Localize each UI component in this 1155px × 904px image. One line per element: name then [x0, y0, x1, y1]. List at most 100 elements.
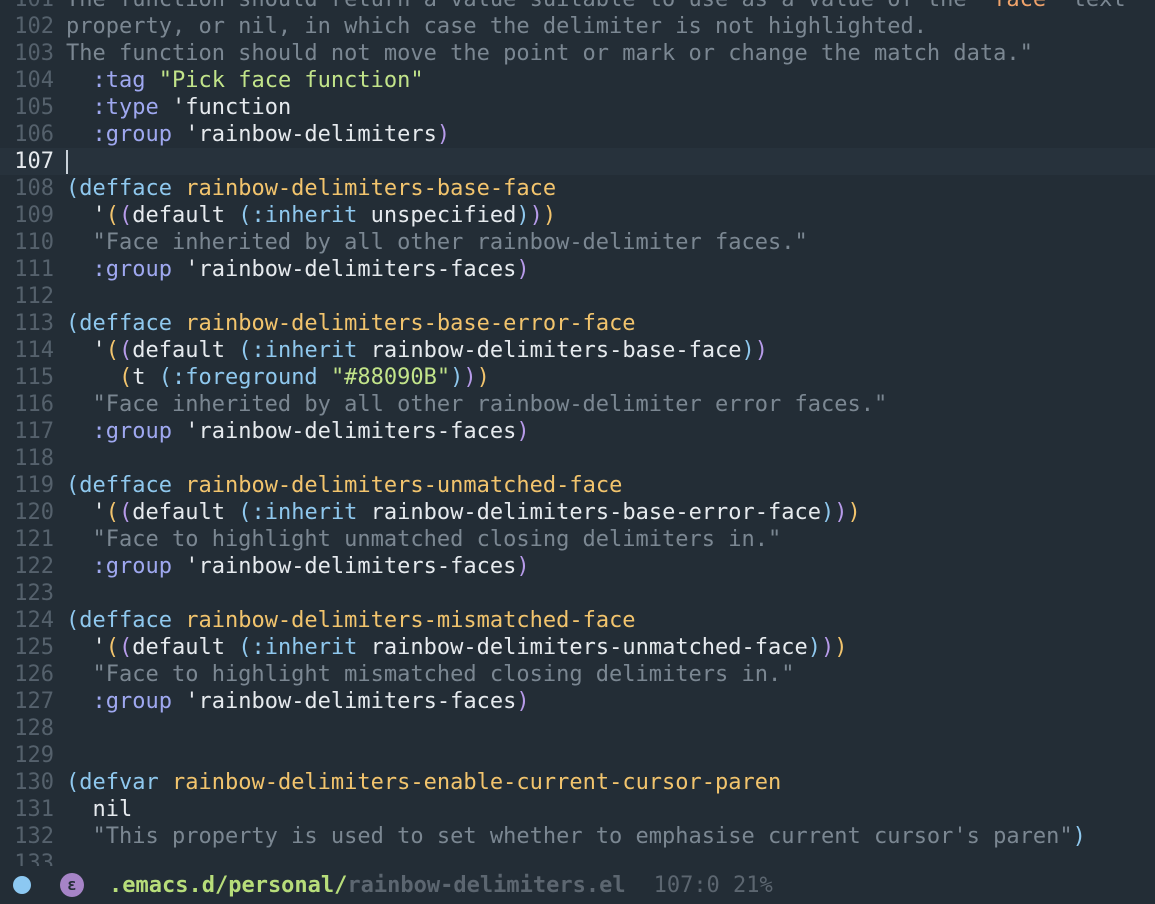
code-line[interactable]: 132 "This property is used to set whethe…: [0, 823, 1155, 850]
code-line[interactable]: 108 (defface rainbow-delimiters-base-face: [0, 175, 1155, 202]
code-token: (: [105, 338, 119, 363]
code-line[interactable]: 115 (t (:foreground "#88090B"))): [0, 364, 1155, 391]
code-token: t: [132, 365, 159, 390]
code-token: "Face inherited by all other rainbow-del…: [66, 392, 888, 417]
code-token: (: [66, 770, 80, 795]
line-number: 131: [14, 797, 54, 822]
line-number: 124: [14, 608, 54, 633]
code-token: 'rainbow-delimiters-faces: [171, 257, 517, 282]
line-number: 125: [14, 635, 54, 660]
line-number: 122: [14, 554, 54, 579]
code-token: (: [119, 203, 133, 228]
code-line[interactable]: 103 The function should not move the poin…: [0, 40, 1155, 67]
line-code: The function should not move the point o…: [66, 41, 1033, 66]
code-token: ': [66, 500, 106, 525]
line-number: 103: [14, 41, 54, 66]
code-line[interactable]: 116 "Face inherited by all other rainbow…: [0, 391, 1155, 418]
code-line[interactable]: 110 "Face inherited by all other rainbow…: [0, 229, 1155, 256]
code-token: "Face to highlight unmatched closing del…: [66, 527, 782, 552]
code-line[interactable]: 130 (defvar rainbow-delimiters-enable-cur…: [0, 769, 1155, 796]
line-number: 102: [14, 14, 54, 39]
code-token: (: [119, 500, 133, 525]
code-line[interactable]: 114 '((default (:inherit rainbow-delimit…: [0, 337, 1155, 364]
line-number: 129: [14, 743, 54, 768]
line-number: 104: [14, 68, 54, 93]
line-number: 119: [14, 473, 54, 498]
code-line[interactable]: 119 (defface rainbow-delimiters-unmatched…: [0, 472, 1155, 499]
code-token: "Face inherited by all other rainbow-del…: [66, 230, 808, 255]
line-number: 115: [14, 365, 54, 390]
code-line[interactable]: 105 :type 'function: [0, 94, 1155, 121]
code-line[interactable]: 128: [0, 715, 1155, 742]
code-token: rainbow-delimiters-unmatched-face: [357, 635, 808, 660]
code-line[interactable]: 113 (defface rainbow-delimiters-base-erro…: [0, 310, 1155, 337]
code-token: defface: [79, 176, 172, 201]
code-line[interactable]: 124 (defface rainbow-delimiters-mismatche…: [0, 607, 1155, 634]
code-line[interactable]: 129: [0, 742, 1155, 769]
line-code: '((default (:inherit rainbow-delimiters-…: [66, 500, 861, 525]
code-line[interactable]: 120 '((default (:inherit rainbow-delimit…: [0, 499, 1155, 526]
code-line[interactable]: 126 "Face to highlight mismatched closin…: [0, 661, 1155, 688]
code-line[interactable]: 117 :group 'rainbow-delimiters-faces): [0, 418, 1155, 445]
code-token: 'rainbow-delimiters-faces: [171, 554, 517, 579]
code-token: property, or nil, in which case the deli…: [66, 14, 927, 39]
code-token: ): [754, 338, 769, 363]
code-token: rainbow-delimiters-mismatched-face: [185, 608, 636, 633]
code-token: :inherit: [251, 500, 358, 525]
code-token: ): [476, 365, 490, 390]
code-token: ': [66, 203, 106, 228]
code-token: (: [238, 338, 252, 363]
code-token: :group: [92, 554, 172, 579]
line-code: "This property is used to set whether to…: [66, 824, 1086, 849]
code-token: rainbow-delimiters-unmatched-face: [185, 473, 623, 498]
code-token: rainbow-delimiters-enable-current-cursor…: [171, 770, 782, 795]
code-token: 'rainbow-delimiters: [171, 122, 437, 147]
line-number: 111: [14, 257, 54, 282]
code-line[interactable]: 112: [0, 283, 1155, 310]
editor-buffer[interactable]: 101The function should return a value su…: [0, 0, 1155, 877]
code-token: :tag: [92, 68, 146, 93]
code-line[interactable]: 107: [0, 148, 1155, 175]
code-token: (: [238, 203, 252, 228]
code-line[interactable]: 121 "Face to highlight unmatched closing…: [0, 526, 1155, 553]
code-token: (: [119, 635, 133, 660]
code-line[interactable]: 102 property, or nil, in which case the d…: [0, 13, 1155, 40]
code-token: ): [847, 500, 861, 525]
code-token: :inherit: [251, 203, 358, 228]
code-token: rainbow-delimiters-base-error-face: [357, 500, 822, 525]
line-number: 116: [14, 392, 54, 417]
code-line[interactable]: 104 :tag "Pick face function": [0, 67, 1155, 94]
code-line[interactable]: 106 :group 'rainbow-delimiters): [0, 121, 1155, 148]
code-token: (: [158, 365, 172, 390]
code-token: unspecified: [357, 203, 517, 228]
code-token: ): [1072, 824, 1086, 849]
code-token: :type: [92, 95, 159, 120]
code-token: ): [834, 500, 848, 525]
code-line[interactable]: 122 :group 'rainbow-delimiters-faces): [0, 553, 1155, 580]
code-token: (: [105, 500, 119, 525]
text-cursor: [66, 150, 68, 174]
code-line[interactable]: 118: [0, 445, 1155, 472]
code-line[interactable]: 109 '((default (:inherit unspecified))): [0, 202, 1155, 229]
line-code: :group 'rainbow-delimiters-faces): [66, 257, 530, 282]
code-line[interactable]: 125 '((default (:inherit rainbow-delimit…: [0, 634, 1155, 661]
code-token: "#88090B": [330, 365, 451, 390]
line-code: nil: [66, 797, 132, 822]
emacs-icon: ε: [60, 873, 84, 897]
code-token: (: [66, 473, 80, 498]
code-line[interactable]: 127 :group 'rainbow-delimiters-faces): [0, 688, 1155, 715]
line-number: 108: [14, 176, 54, 201]
code-token: ): [516, 203, 530, 228]
code-token: rainbow-delimiters-base-error-face: [185, 311, 636, 336]
code-line[interactable]: 131 nil: [0, 796, 1155, 823]
code-line[interactable]: 111 :group 'rainbow-delimiters-faces): [0, 256, 1155, 283]
code-line[interactable]: 101The function should return a value su…: [0, 0, 1155, 13]
code-line[interactable]: 123: [0, 580, 1155, 607]
